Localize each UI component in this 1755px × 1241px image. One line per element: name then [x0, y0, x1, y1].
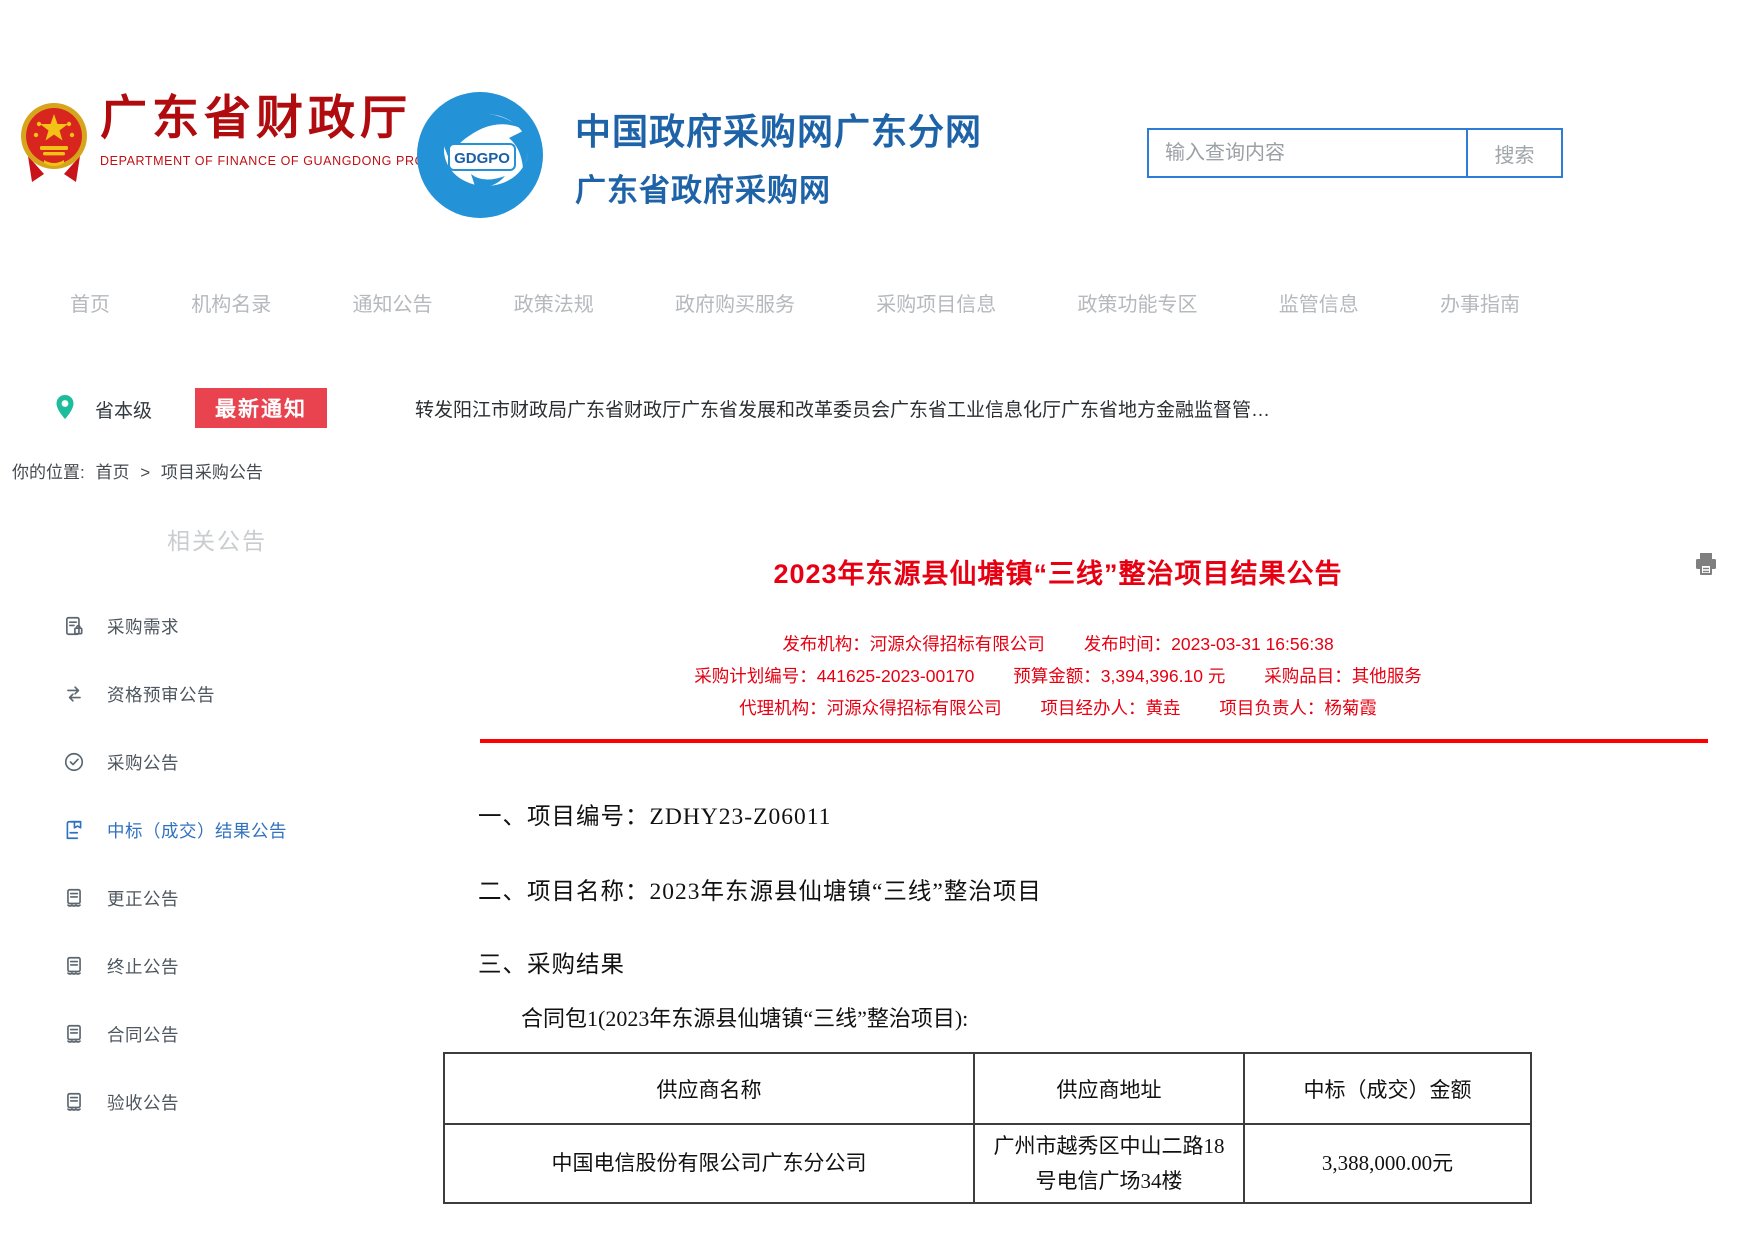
finance-logo-subtitle: DEPARTMENT OF FINANCE OF GUANGDONG PROVI… [100, 154, 466, 168]
header-award-amount: 中标（成交）金额 [1244, 1053, 1531, 1124]
finance-logo-title: 广东省财政厅 [100, 94, 466, 146]
sidebar-item-prequalification-notice[interactable]: 资格预审公告 [63, 680, 403, 708]
target-check-icon [63, 751, 85, 773]
nav-item-home[interactable]: 首页 [70, 288, 110, 317]
document-lines-icon [63, 955, 85, 977]
sidebar-item-label: 采购公告 [107, 750, 179, 775]
header-supplier-address: 供应商地址 [974, 1053, 1244, 1124]
sidebar-item-acceptance-notice[interactable]: 验收公告 [63, 1088, 403, 1116]
search-input[interactable] [1149, 130, 1466, 176]
table-row: 中国电信股份有限公司广东分公司 广州市越秀区中山二路18号电信广场34楼 3,3… [444, 1124, 1531, 1203]
budget-amount: 预算金额：3,394,396.10 元 [1013, 666, 1225, 686]
document-lines-icon [63, 887, 85, 909]
agency: 代理机构：河源众得招标有限公司 [739, 698, 1002, 718]
announcement-meta-line-2: 采购计划编号：441625-2023-00170 预算金额：3,394,396.… [443, 663, 1673, 688]
clipboard-bag-icon [63, 615, 85, 637]
nav-item-org-directory[interactable]: 机构名录 [191, 288, 271, 317]
site-subtitle: 广东省政府采购网 [575, 165, 982, 210]
procurement-category: 采购品目：其他服务 [1264, 666, 1422, 686]
sidebar-item-procurement-demand[interactable]: 采购需求 [63, 612, 403, 640]
header-supplier-name: 供应商名称 [444, 1053, 974, 1124]
section-procurement-result: 三、采购结果 [478, 945, 625, 979]
sidebar-item-label: 合同公告 [107, 1022, 179, 1047]
cell-supplier-name: 中国电信股份有限公司广东分公司 [444, 1124, 974, 1203]
finance-department-logo[interactable]: 广东省财政厅 DEPARTMENT OF FINANCE OF GUANGDON… [18, 94, 466, 193]
gdgpo-logo[interactable]: GDGPO [413, 88, 547, 227]
sidebar-item-label: 验收公告 [107, 1090, 179, 1115]
sidebar-item-label: 资格预审公告 [107, 682, 215, 707]
main-nav: 首页 机构名录 通知公告 政策法规 政府购买服务 采购项目信息 政策功能专区 监… [70, 288, 1520, 317]
sidebar-item-correction-notice[interactable]: 更正公告 [63, 884, 403, 912]
search-bar: 搜索 [1147, 128, 1563, 178]
sidebar-item-label: 采购需求 [107, 614, 179, 639]
site-title-block[interactable]: 中国政府采购网广东分网 广东省政府采购网 [575, 103, 982, 210]
loop-arrows-icon [63, 683, 85, 705]
plan-number: 采购计划编号：441625-2023-00170 [694, 666, 974, 686]
breadcrumb-prefix: 你的位置: [12, 463, 85, 482]
table-header-row: 供应商名称 供应商地址 中标（成交）金额 [444, 1053, 1531, 1124]
sidebar-item-label: 终止公告 [107, 954, 179, 979]
sidebar-item-label: 更正公告 [107, 886, 179, 911]
document-bookmark-icon [63, 819, 85, 841]
nav-item-policy-zone[interactable]: 政策功能专区 [1078, 288, 1198, 317]
red-divider [480, 739, 1708, 743]
notice-bar: 省本级 最新通知 转发阳江市财政局广东省财政厅广东省发展和改革委员会广东省工业信… [0, 386, 1755, 430]
document-lines-icon [63, 1091, 85, 1113]
latest-notice-badge[interactable]: 最新通知 [195, 388, 327, 428]
section-project-number: 一、项目编号：ZDHY23-Z06011 [478, 797, 831, 831]
breadcrumb-separator: > [140, 463, 150, 482]
cell-award-amount: 3,388,000.00元 [1244, 1124, 1531, 1203]
site-title: 中国政府采购网广东分网 [575, 103, 982, 155]
notice-ticker-link[interactable]: 转发阳江市财政局广东省财政厅广东省发展和改革委员会广东省工业信息化厅广东省地方金… [415, 395, 1270, 422]
cell-supplier-address: 广州市越秀区中山二路18号电信广场34楼 [974, 1124, 1244, 1203]
announcement-title: 2023年东源县仙塘镇“三线”整治项目结果公告 [443, 552, 1673, 591]
breadcrumb: 你的位置: 首页 > 项目采购公告 [12, 458, 269, 483]
breadcrumb-current: 项目采购公告 [161, 463, 263, 482]
nav-item-policies[interactable]: 政策法规 [514, 288, 594, 317]
contract-package-line: 合同包1(2023年东源县仙塘镇“三线”整治项目): [521, 1001, 968, 1033]
project-manager: 项目负责人：杨菊霞 [1219, 698, 1377, 718]
region-selector[interactable]: 省本级 [95, 396, 152, 423]
nav-item-procurement-info[interactable]: 采购项目信息 [876, 288, 996, 317]
section-project-name: 二、项目名称：2023年东源县仙塘镇“三线”整治项目 [478, 872, 1042, 906]
print-icon[interactable] [1692, 550, 1720, 578]
nav-item-notices[interactable]: 通知公告 [353, 288, 433, 317]
document-lines-icon [63, 1023, 85, 1045]
announcement-meta-line-3: 代理机构：河源众得招标有限公司 项目经办人：黄垚 项目负责人：杨菊霞 [443, 695, 1673, 720]
result-table: 供应商名称 供应商地址 中标（成交）金额 中国电信股份有限公司广东分公司 广州市… [443, 1052, 1532, 1204]
sidebar-item-label: 中标（成交）结果公告 [107, 818, 287, 843]
sidebar-menu: 采购需求 资格预审公告 采购公告 中标（成交） [63, 612, 403, 1156]
sidebar-item-award-result-notice[interactable]: 中标（成交）结果公告 [63, 816, 403, 844]
sidebar-heading: 相关公告 [167, 522, 267, 556]
sidebar-item-termination-notice[interactable]: 终止公告 [63, 952, 403, 980]
national-emblem-icon [18, 94, 90, 193]
nav-item-service-guide[interactable]: 办事指南 [1440, 288, 1520, 317]
nav-item-supervision-info[interactable]: 监管信息 [1279, 288, 1359, 317]
publish-org: 发布机构：河源众得招标有限公司 [782, 634, 1045, 654]
nav-item-gov-purchase-services[interactable]: 政府购买服务 [675, 288, 795, 317]
publish-time: 发布时间：2023-03-31 16:56:38 [1084, 634, 1334, 654]
project-handler: 项目经办人：黄垚 [1041, 698, 1181, 718]
sidebar-item-procurement-notice[interactable]: 采购公告 [63, 748, 403, 776]
location-pin-icon [55, 394, 75, 425]
breadcrumb-home-link[interactable]: 首页 [95, 463, 129, 482]
search-button[interactable]: 搜索 [1466, 130, 1561, 176]
sidebar-item-contract-notice[interactable]: 合同公告 [63, 1020, 403, 1048]
announcement-meta-line-1: 发布机构：河源众得招标有限公司 发布时间：2023-03-31 16:56:38 [443, 631, 1673, 656]
gdgpo-badge-text: GDGPO [454, 150, 510, 167]
